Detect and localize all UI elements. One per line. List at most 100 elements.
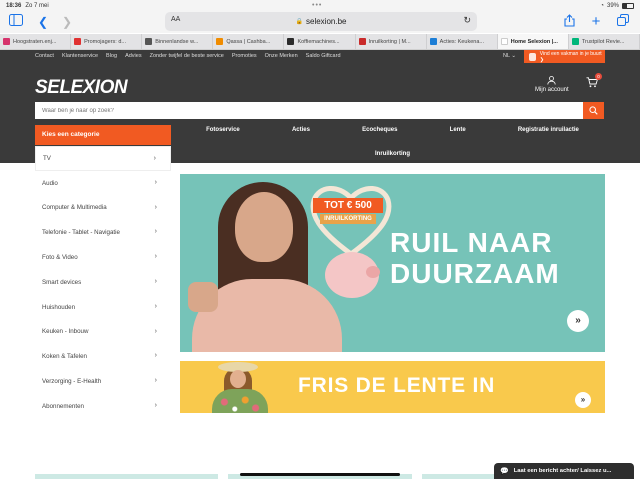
- category-dropdown-button[interactable]: Kies een categorie: [35, 125, 171, 145]
- category-item[interactable]: Keuken - Inbouw ›: [35, 320, 171, 345]
- category-item[interactable]: Huishouden ›: [35, 295, 171, 320]
- category-item[interactable]: Abonnementen ›: [35, 394, 171, 419]
- tab-bar: Hoogstraten.enj... Promojagers: d... Bin…: [0, 34, 640, 50]
- category-item[interactable]: Koken & Tafelen ›: [35, 344, 171, 369]
- cart-button[interactable]: 0: [586, 73, 602, 91]
- reader-aa-button[interactable]: AA: [171, 16, 180, 23]
- favicon-icon: [500, 38, 508, 45]
- cart-count-badge: 0: [595, 73, 602, 80]
- url-text[interactable]: selexion.be: [306, 17, 346, 26]
- chevron-right-icon: ›: [154, 203, 157, 211]
- favicon-icon: [358, 38, 366, 45]
- category-item[interactable]: Smart devices ›: [35, 270, 171, 295]
- category-item[interactable]: Audio ›: [35, 171, 171, 196]
- chevron-right-icon: ›: [154, 327, 157, 335]
- chevron-right-icon: ›: [154, 253, 157, 261]
- browser-tab[interactable]: Hoogstraten.enj...: [0, 34, 72, 49]
- browser-toolbar: ❮ ❯ AA 🔒 selexion.be ↻ +: [0, 11, 640, 33]
- share-icon[interactable]: [561, 14, 577, 30]
- language-selector[interactable]: NL ⌄: [503, 53, 516, 59]
- banner-fris-de-lente-in[interactable]: FRIS DE LENTE IN »: [180, 361, 605, 413]
- chevron-right-icon: ›: [154, 401, 157, 409]
- chevron-right-icon: ›: [154, 277, 157, 285]
- status-time: 18:36: [6, 2, 22, 9]
- favicon-icon: [216, 38, 224, 45]
- new-tab-icon[interactable]: +: [588, 14, 604, 30]
- favicon-icon: [3, 38, 10, 45]
- home-indicator[interactable]: [240, 473, 400, 476]
- selexion-logo[interactable]: SELEXION: [35, 77, 128, 99]
- browser-tab[interactable]: Qassa | Cashba...: [213, 34, 285, 49]
- menu-item-fotoservice[interactable]: Fotoservice: [206, 127, 240, 133]
- chevron-right-icon: ›: [154, 352, 157, 360]
- topnav-link-promoties[interactable]: Promoties: [232, 53, 257, 59]
- browser-tab[interactable]: Acties: Keukena...: [427, 34, 498, 49]
- favicon-icon: [429, 38, 437, 45]
- browser-tab[interactable]: Promojagers: d...: [71, 34, 143, 49]
- category-item[interactable]: TV ›: [35, 146, 171, 171]
- topnav-link-blog[interactable]: Blog: [106, 53, 117, 59]
- favicon-icon: [74, 38, 82, 45]
- user-icon: [535, 76, 569, 87]
- menu-item-inruilkorting[interactable]: Inruilkorting: [180, 151, 605, 157]
- promo-amount: TOT € 500: [313, 198, 383, 213]
- lock-icon: 🔒: [295, 19, 303, 25]
- main-menu: Fotoservice Acties Ecocheques Lente Regi…: [180, 127, 605, 133]
- banner2-arrow-button[interactable]: »: [575, 392, 591, 408]
- category-item[interactable]: Computer & Multimedia ›: [35, 196, 171, 221]
- promo-badge: TOT € 500 INRUILKORTING: [313, 198, 383, 238]
- piggy-bank-snout: [366, 266, 380, 278]
- category-item[interactable]: Verzorging - E-Health ›: [35, 369, 171, 394]
- topnav-link-klantenservice[interactable]: Klantenservice: [62, 53, 98, 59]
- vakman-label: Vind een vakman in je buurt ❯: [539, 50, 602, 63]
- back-icon[interactable]: ❮: [35, 14, 51, 30]
- wifi-icon: ◔: [600, 2, 604, 9]
- topnav-link-merken[interactable]: Onze Merken: [265, 53, 298, 59]
- status-bar: 18:36 Zo 7 mei ••• ◔ 39%: [0, 0, 640, 11]
- chat-widget-button[interactable]: 💬 Laat een bericht achter/ Laissez u...: [494, 463, 634, 479]
- search-input[interactable]: [35, 102, 584, 119]
- browser-tab-active[interactable]: Home Selexion |...: [497, 34, 569, 49]
- browser-tab[interactable]: Binnenlandse w...: [142, 34, 214, 49]
- account-button[interactable]: Mijn account: [535, 76, 569, 93]
- account-label: Mijn account: [535, 87, 569, 93]
- banner-woman-face: [235, 192, 293, 262]
- chevron-right-icon: ›: [154, 377, 157, 385]
- search-button[interactable]: [583, 102, 604, 119]
- chat-label: Laat een bericht achter/ Laissez u...: [513, 468, 612, 474]
- hero-banner-ruil-naar-duurzaam[interactable]: TOT € 500 INRUILKORTING RUIL NAAR DUURZA…: [180, 174, 605, 352]
- banner-arrow-button[interactable]: »: [567, 310, 589, 332]
- sidebar-toggle-icon[interactable]: [8, 14, 24, 30]
- vakman-icon: [529, 52, 536, 61]
- browser-tab[interactable]: Inruilkorting | M...: [356, 34, 427, 49]
- topnav-link-advies[interactable]: Advies: [125, 53, 142, 59]
- banner-girl-face: [230, 370, 246, 388]
- battery-percent: 39%: [606, 2, 619, 9]
- banner-title: RUIL NAAR DUURZAAM: [390, 227, 560, 289]
- tab-overview-icon[interactable]: [615, 14, 631, 30]
- address-bar[interactable]: AA 🔒 selexion.be ↻: [165, 12, 477, 31]
- chevron-right-icon: ›: [154, 302, 157, 310]
- category-list: TV › Audio › Computer & Multimedia › Telefo…: [35, 146, 171, 430]
- browser-tab[interactable]: Trustpilot Revie...: [569, 34, 640, 49]
- flowers-image: [214, 394, 266, 413]
- menu-item-acties[interactable]: Acties: [292, 127, 310, 133]
- category-item[interactable]: Foto & Video ›: [35, 245, 171, 270]
- menu-item-lente[interactable]: Lente: [450, 127, 466, 133]
- battery-icon: [622, 2, 634, 9]
- promo-subtitle: INRUILKORTING: [320, 214, 376, 224]
- find-vakman-button[interactable]: Vind een vakman in je buurt ❯: [524, 50, 605, 63]
- status-date: Zo 7 mei: [25, 2, 49, 9]
- multitask-dots[interactable]: •••: [312, 2, 322, 9]
- topnav-link-service[interactable]: Zonder twijfel de beste service: [150, 53, 224, 59]
- category-item[interactable]: Telefonie - Tablet - Navigatie ›: [35, 220, 171, 245]
- favicon-icon: [571, 38, 579, 45]
- tile-preview[interactable]: [35, 474, 219, 479]
- topnav-link-giftcard[interactable]: Saldo Giftcard: [306, 53, 341, 59]
- reload-icon[interactable]: ↻: [463, 15, 471, 26]
- topnav-link-contact[interactable]: Contact: [35, 53, 54, 59]
- browser-tab[interactable]: Koffiemachines...: [284, 34, 356, 49]
- forward-icon[interactable]: ❯: [59, 14, 75, 30]
- menu-item-registratie[interactable]: Registratie inruilactie: [518, 127, 579, 133]
- menu-item-ecocheques[interactable]: Ecocheques: [362, 127, 397, 133]
